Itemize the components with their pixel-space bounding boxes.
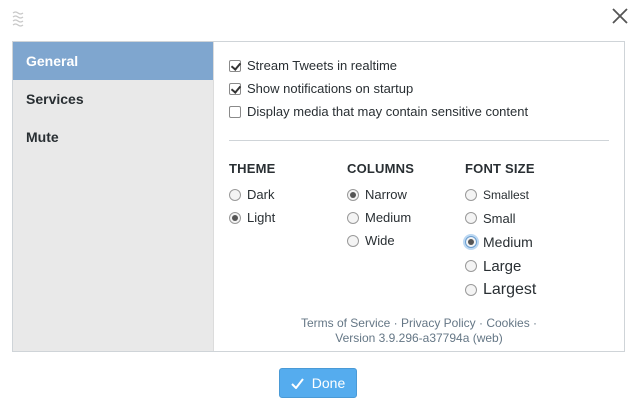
font-size-option-medium[interactable]: Medium [465,230,536,254]
checkmark-icon[interactable] [229,59,241,72]
font-size-option-smallest[interactable]: Smallest [465,183,536,206]
done-button[interactable]: Done [279,368,357,398]
close-icon [612,8,628,24]
radio-button-selected[interactable] [347,188,359,201]
radio-label: Large [483,257,522,275]
checkbox-label: Show notifications on startup [247,81,414,96]
sidebar-item-general[interactable]: General [13,42,213,80]
checkbox-label: Display media that may contain sensitive… [247,104,529,119]
sensitive-media-checkbox[interactable]: Display media that may contain sensitive… [229,100,528,123]
sidebar-item-mute[interactable]: Mute [13,118,213,156]
radio-button[interactable] [347,234,359,247]
radio-button-selected[interactable] [229,211,241,224]
radio-label: Small [483,210,516,226]
cookies-link[interactable]: Cookies [486,316,529,330]
done-label: Done [311,375,346,391]
theme-option-light[interactable]: Light [229,206,276,229]
link-separator: · [529,316,538,330]
general-settings-content: Stream Tweets in realtime Show notificat… [214,42,624,351]
privacy-policy-link[interactable]: Privacy Policy [401,316,476,330]
checkbox-label: Stream Tweets in realtime [247,58,398,73]
radio-button[interactable] [465,212,477,224]
show-notifications-checkbox[interactable]: Show notifications on startup [229,77,528,100]
sidebar-item-services[interactable]: Services [13,80,213,118]
columns-title: COLUMNS [347,161,415,176]
theme-title: THEME [229,161,276,176]
font-size-option-largest[interactable]: Largest [465,278,536,302]
columns-option-wide[interactable]: Wide [347,229,414,252]
radio-label: Wide [365,233,395,248]
theme-group: THEME Dark Light [229,161,276,229]
font-size-option-large[interactable]: Large [465,254,536,278]
radio-label: Narrow [365,187,407,202]
stream-tweets-checkbox[interactable]: Stream Tweets in realtime [229,54,528,77]
radio-label: Largest [483,281,537,298]
settings-sidebar: General Services Mute [13,42,214,351]
radio-button[interactable] [347,211,359,224]
version-text: Version 3.9.296-a37794a (web) [335,331,503,345]
columns-option-medium[interactable]: Medium [347,206,414,229]
radio-label: Medium [483,234,533,250]
link-separator: · [475,316,487,330]
terms-of-service-link[interactable]: Terms of Service [301,316,390,330]
link-separator: · [390,316,401,330]
footer-links: Terms of Service · Privacy Policy · Cook… [214,316,624,346]
theme-option-dark[interactable]: Dark [229,183,276,206]
section-divider [229,140,609,141]
radio-label: Light [247,210,276,225]
radio-label: Smallest [483,187,530,202]
checkmark-icon [291,377,304,389]
font-size-option-small[interactable]: Small [465,206,536,230]
settings-panel: General Services Mute Stream Tweets in r… [12,41,625,352]
radio-button-selected[interactable] [465,236,477,248]
radio-label: Dark [247,187,275,202]
preference-checkboxes: Stream Tweets in realtime Show notificat… [229,54,528,123]
font-size-group: FONT SIZE Smallest Small Medium Large La… [465,161,536,302]
drag-handle-icon[interactable] [12,10,24,28]
radio-label: Medium [365,210,412,225]
font-size-title: FONT SIZE [465,161,535,176]
radio-button[interactable] [229,188,241,201]
close-button[interactable] [610,6,630,26]
checkbox-box[interactable] [229,105,241,118]
radio-button[interactable] [465,188,477,201]
radio-button[interactable] [465,284,477,296]
columns-option-narrow[interactable]: Narrow [347,183,414,206]
checkmark-icon[interactable] [229,82,241,95]
radio-button[interactable] [465,260,477,272]
columns-group: COLUMNS Narrow Medium Wide [347,161,414,252]
